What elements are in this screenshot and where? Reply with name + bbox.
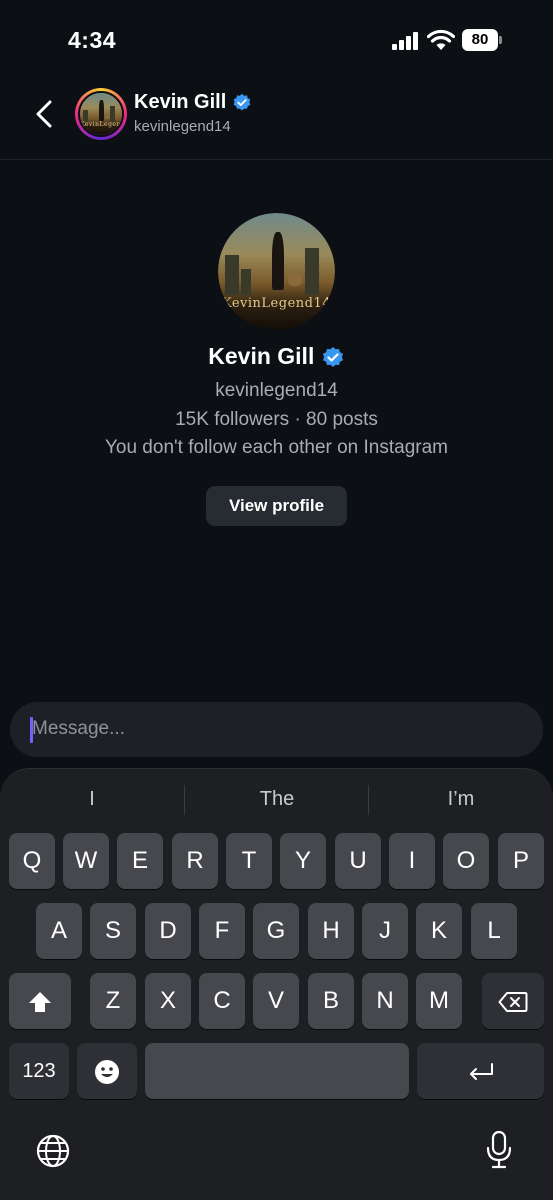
key-q[interactable]: Q bbox=[9, 833, 55, 889]
battery-level: 80 bbox=[462, 29, 498, 51]
verified-badge-icon bbox=[233, 93, 251, 111]
header-avatar[interactable]: KevinLegend14 bbox=[75, 88, 127, 140]
message-input[interactable]: Message... bbox=[10, 702, 543, 757]
status-time: 4:34 bbox=[68, 27, 117, 53]
delete-key[interactable] bbox=[482, 973, 544, 1029]
emoji-key[interactable] bbox=[77, 1043, 137, 1099]
key-t[interactable]: T bbox=[226, 833, 272, 889]
wifi-icon bbox=[427, 29, 455, 50]
key-p[interactable]: P bbox=[498, 833, 544, 889]
space-key[interactable] bbox=[145, 1043, 409, 1099]
profile-avatar-image: KevinLegend14 bbox=[218, 213, 335, 330]
return-icon bbox=[469, 1062, 493, 1080]
key-w[interactable]: W bbox=[63, 833, 109, 889]
keyboard: I The I’m Q W E R T Y U I O P A S D F G … bbox=[0, 768, 553, 1200]
key-v[interactable]: V bbox=[253, 973, 299, 1029]
key-n[interactable]: N bbox=[362, 973, 408, 1029]
suggestion-1[interactable]: I bbox=[0, 781, 184, 817]
key-c[interactable]: C bbox=[199, 973, 245, 1029]
key-r[interactable]: R bbox=[172, 833, 218, 889]
key-k[interactable]: K bbox=[416, 903, 462, 959]
key-a[interactable]: A bbox=[36, 903, 82, 959]
verified-badge-icon bbox=[322, 346, 343, 367]
avatar-poster-text: KevinLegend14 bbox=[80, 121, 122, 129]
battery-icon: 80 bbox=[462, 29, 502, 51]
key-e[interactable]: E bbox=[117, 833, 163, 889]
key-g[interactable]: G bbox=[253, 903, 299, 959]
message-placeholder: Message... bbox=[32, 718, 125, 739]
key-s[interactable]: S bbox=[90, 903, 136, 959]
follow-status: You don't follow each other on Instagram bbox=[104, 437, 449, 458]
key-y[interactable]: Y bbox=[280, 833, 326, 889]
suggestion-3[interactable]: I’m bbox=[369, 781, 553, 817]
cellular-signal-icon bbox=[392, 32, 418, 50]
key-x[interactable]: X bbox=[145, 973, 191, 1029]
key-z[interactable]: Z bbox=[90, 973, 136, 1029]
key-f[interactable]: F bbox=[199, 903, 245, 959]
profile-avatar[interactable]: KevinLegend14 bbox=[218, 213, 335, 330]
globe-icon[interactable] bbox=[35, 1133, 71, 1169]
key-h[interactable]: H bbox=[308, 903, 354, 959]
profile-poster-text: KevinLegend14 bbox=[221, 296, 331, 312]
key-u[interactable]: U bbox=[335, 833, 381, 889]
header-name: Kevin Gill bbox=[134, 91, 227, 113]
key-o[interactable]: O bbox=[443, 833, 489, 889]
profile-stats: 15K followers · 80 posts bbox=[175, 409, 378, 430]
microphone-icon[interactable] bbox=[485, 1130, 513, 1170]
status-bar: 4:34 80 bbox=[0, 0, 553, 80]
return-key[interactable] bbox=[417, 1043, 544, 1099]
key-b[interactable]: B bbox=[308, 973, 354, 1029]
profile-username: kevinlegend14 bbox=[215, 380, 338, 401]
chat-header: KevinLegend14 Kevin Gill kevinlegend14 bbox=[0, 80, 553, 160]
header-username: kevinlegend14 bbox=[134, 118, 231, 135]
key-m[interactable]: M bbox=[416, 973, 462, 1029]
key-l[interactable]: L bbox=[471, 903, 517, 959]
emoji-icon bbox=[95, 1059, 119, 1084]
shift-icon bbox=[29, 991, 51, 1012]
key-i[interactable]: I bbox=[389, 833, 435, 889]
view-profile-button[interactable]: View profile bbox=[206, 486, 347, 526]
back-chevron-icon[interactable] bbox=[30, 94, 60, 134]
suggestion-2[interactable]: The bbox=[185, 781, 369, 817]
delete-icon bbox=[498, 991, 528, 1012]
profile-name: Kevin Gill bbox=[208, 343, 315, 369]
key-j[interactable]: J bbox=[362, 903, 408, 959]
numbers-key[interactable]: 123 bbox=[9, 1043, 69, 1099]
header-name-row[interactable]: Kevin Gill bbox=[134, 91, 252, 114]
key-d[interactable]: D bbox=[145, 903, 191, 959]
shift-key[interactable] bbox=[9, 973, 71, 1029]
avatar-image: KevinLegend14 bbox=[80, 93, 122, 135]
profile-name-row: Kevin Gill bbox=[0, 343, 553, 370]
